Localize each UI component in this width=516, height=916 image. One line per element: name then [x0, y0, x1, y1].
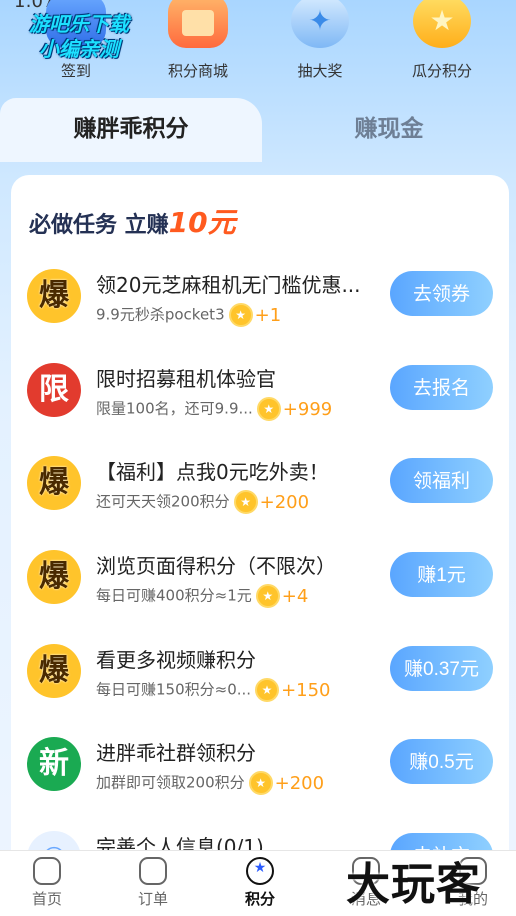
- task-action-button[interactable]: 领福利: [390, 458, 493, 503]
- task-points: +4: [281, 585, 309, 607]
- task-item: 爆 看更多视频赚积分 每日可赚150积分≈0... ★ +150 赚0.37元: [11, 640, 509, 720]
- nav-label: 首页: [31, 890, 62, 908]
- task-action-button[interactable]: 赚0.37元: [390, 646, 493, 691]
- task-points: +150: [281, 679, 331, 701]
- coin-icon: ★: [255, 584, 280, 608]
- task-points: +999: [282, 398, 333, 420]
- shortcut-split-points[interactable]: 瓜分积分: [392, 0, 492, 81]
- watermark-bottom: 大玩客: [346, 859, 481, 910]
- task-subtitle: 每日可赚150积分≈0... ★ +150: [96, 678, 331, 702]
- task-subtitle-text: 每日可赚150积分≈0...: [96, 680, 252, 699]
- section-title: 必做任务 立赚10元: [29, 201, 236, 241]
- shortcut-points-mall[interactable]: 积分商城: [148, 0, 248, 81]
- task-points: +1: [254, 304, 282, 326]
- task-item: 爆 【福利】点我0元吃外卖！ 还可天天领200积分 ★ +200 领福利: [11, 452, 509, 532]
- tab-earn-cash[interactable]: 赚现金: [262, 102, 516, 162]
- nav-label: 积分: [244, 890, 275, 908]
- limited-badge-icon: 限: [27, 363, 81, 417]
- section-title-amount: 10元: [168, 206, 236, 239]
- hot-badge-icon: 爆: [27, 550, 81, 604]
- task-title: 浏览页面得积分（不限次）: [96, 554, 336, 578]
- nav-orders[interactable]: 订单: [108, 857, 198, 909]
- coin-icon: ★: [233, 490, 258, 514]
- task-subtitle-text: 每日可赚400积分≈1元: [96, 586, 252, 605]
- task-subtitle: 9.9元秒杀pocket3 ★ +1: [96, 303, 281, 327]
- watermark-line-2: 小编亲测: [39, 37, 119, 61]
- lottery-icon: [291, 0, 349, 48]
- tab-bar: 赚胖乖积分 赚现金: [0, 98, 516, 162]
- shortcut-label: 积分商城: [167, 62, 228, 80]
- tab-earn-points[interactable]: 赚胖乖积分: [0, 98, 262, 162]
- task-item: 爆 浏览页面得积分（不限次） 每日可赚400积分≈1元 ★ +4 赚1元: [11, 546, 509, 626]
- task-subtitle-text: 9.9元秒杀pocket3: [96, 305, 225, 324]
- task-action-button[interactable]: 赚1元: [390, 552, 493, 597]
- section-title-prefix: 必做任务 立赚: [29, 213, 169, 238]
- task-subtitle-text: 加群即可领取200积分: [96, 773, 245, 792]
- watermark-top: 游吧乐下载 小编亲测: [14, 12, 144, 62]
- task-action-button[interactable]: 去报名: [390, 365, 493, 410]
- hot-badge-icon: 爆: [27, 269, 81, 323]
- task-item: 新 进胖乖社群领积分 加群即可领取200积分 ★ +200 赚0.5元: [11, 733, 509, 813]
- coin-icon: [413, 0, 471, 48]
- hot-badge-icon: 爆: [27, 456, 81, 510]
- task-title: 【福利】点我0元吃外卖！: [96, 460, 329, 484]
- task-title: 领20元芝麻租机无门槛优惠...: [96, 273, 361, 297]
- task-subtitle: 还可天天领200积分 ★ +200: [96, 490, 309, 514]
- coin-icon: ★: [248, 771, 273, 795]
- shortcut-label: 签到: [60, 62, 91, 80]
- shortcut-label: 瓜分积分: [411, 62, 472, 80]
- task-subtitle: 限量100名，还可9.9... ★ +999: [96, 397, 332, 421]
- task-action-button[interactable]: 去领券: [390, 271, 493, 316]
- nav-points[interactable]: 积分: [215, 857, 305, 909]
- watermark-line-1: 游吧乐下载: [29, 12, 129, 36]
- task-points: +200: [274, 772, 325, 794]
- nav-home[interactable]: 首页: [2, 857, 92, 909]
- nav-label: 订单: [137, 890, 168, 908]
- home-icon: [33, 857, 61, 885]
- task-title: 看更多视频赚积分: [96, 648, 256, 672]
- shop-icon: [168, 0, 228, 48]
- bag-icon: [139, 857, 167, 885]
- task-title: 进胖乖社群领积分: [96, 741, 256, 765]
- coin-icon: ★: [255, 678, 280, 702]
- task-item: 限 限时招募租机体验官 限量100名，还可9.9... ★ +999 去报名: [11, 359, 509, 439]
- task-points: +200: [259, 491, 310, 513]
- task-card: 必做任务 立赚10元 爆 领20元芝麻租机无门槛优惠... 9.9元秒杀pock…: [11, 175, 509, 915]
- hot-badge-icon: 爆: [27, 644, 81, 698]
- new-badge-icon: 新: [27, 737, 81, 791]
- task-subtitle-text: 还可天天领200积分: [96, 492, 230, 511]
- star-badge-icon: [246, 857, 274, 885]
- task-title: 限时招募租机体验官: [96, 367, 276, 391]
- task-action-button[interactable]: 赚0.5元: [390, 739, 493, 784]
- task-item: 爆 领20元芝麻租机无门槛优惠... 9.9元秒杀pocket3 ★ +1 去领券: [11, 265, 509, 345]
- shortcut-label: 抽大奖: [297, 62, 343, 80]
- task-subtitle: 每日可赚400积分≈1元 ★ +4: [96, 584, 308, 608]
- task-subtitle-text: 限量100名，还可9.9...: [96, 399, 253, 418]
- shortcut-lottery[interactable]: 抽大奖: [270, 0, 370, 81]
- coin-icon: ★: [256, 397, 281, 421]
- task-subtitle: 加群即可领取200积分 ★ +200: [96, 771, 324, 795]
- coin-icon: ★: [228, 303, 253, 327]
